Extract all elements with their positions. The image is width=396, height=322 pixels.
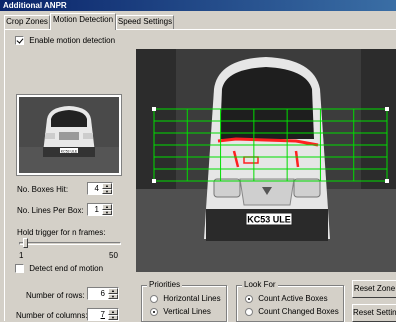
plate-text: KC53 ULE xyxy=(247,215,291,225)
slider-max-label: 50 xyxy=(109,251,118,260)
lines-per-box-down-button[interactable]: ▼ xyxy=(102,209,112,215)
van-video-frame: KC53 ULE xyxy=(136,49,396,272)
grid-corner-handle[interactable] xyxy=(385,179,389,183)
thumbnail-plate: KC53 ULE xyxy=(61,150,78,154)
window-title: Additional ANPR xyxy=(0,0,396,11)
boxes-hit-stepper[interactable]: 4 ▲ ▼ xyxy=(87,182,113,195)
detect-end-row[interactable]: Detect end of motion xyxy=(15,264,104,274)
slider-track xyxy=(19,242,121,245)
down-arrow-icon: ▼ xyxy=(111,293,115,299)
boxes-hit-value: 4 xyxy=(94,184,99,193)
detect-end-label: Detect end of motion xyxy=(29,264,104,273)
rows-down-button[interactable]: ▼ xyxy=(108,293,118,299)
rows-value: 6 xyxy=(100,289,105,298)
enable-motion-label: Enable motion detection xyxy=(29,36,116,45)
enable-motion-row[interactable]: Enable motion detection xyxy=(15,36,116,46)
boxes-hit-down-button[interactable]: ▼ xyxy=(102,188,112,194)
count-active-option[interactable]: Count Active Boxes xyxy=(245,294,328,303)
grid-corner-handle[interactable] xyxy=(152,107,156,111)
count-active-radio[interactable] xyxy=(245,294,253,303)
priorities-group: Priorities Horizontal Lines Vertical Lin… xyxy=(141,280,227,322)
detect-end-checkbox[interactable] xyxy=(15,264,24,274)
count-changed-option[interactable]: Count Changed Boxes xyxy=(245,307,339,316)
rows-label: Number of rows: xyxy=(26,291,85,300)
lines-per-box-stepper[interactable]: 1 ▲ ▼ xyxy=(87,203,113,216)
columns-value: 7 xyxy=(100,310,105,319)
slider-min-label: 1 xyxy=(19,251,24,260)
down-arrow-icon: ▼ xyxy=(105,188,109,194)
up-arrow-icon: ▲ xyxy=(105,204,109,209)
down-arrow-icon: ▼ xyxy=(111,314,115,320)
columns-stepper[interactable]: 7 ▲ ▼ xyxy=(87,308,119,321)
slider-thumb[interactable] xyxy=(22,238,28,248)
count-changed-radio[interactable] xyxy=(245,307,253,316)
motion-detection-panel: Enable motion detection KC53 ULE No. Box… xyxy=(4,29,396,322)
grid-corner-handle[interactable] xyxy=(385,107,389,111)
main-video-view[interactable]: KC53 ULE xyxy=(136,49,396,272)
priority-horizontal-option[interactable]: Horizontal Lines xyxy=(150,294,221,303)
rows-stepper[interactable]: 6 ▲ ▼ xyxy=(87,287,119,300)
priority-vertical-radio[interactable] xyxy=(150,307,158,316)
priority-horizontal-radio[interactable] xyxy=(150,294,158,303)
priority-vertical-option[interactable]: Vertical Lines xyxy=(150,307,211,316)
look-for-group: Look For Count Active Boxes Count Change… xyxy=(236,280,344,322)
hold-trigger-slider[interactable] xyxy=(19,238,121,250)
thumbnail-preview: KC53 ULE xyxy=(16,94,122,176)
tab-speed-settings[interactable]: Speed Settings xyxy=(116,15,174,29)
lines-per-box-value: 1 xyxy=(94,205,99,214)
columns-down-button[interactable]: ▼ xyxy=(108,314,118,320)
count-changed-label: Count Changed Boxes xyxy=(258,307,339,316)
down-arrow-icon: ▼ xyxy=(105,209,109,215)
reset-settings-button[interactable]: Reset Settings xyxy=(352,304,396,322)
tab-crop-zones[interactable]: Crop Zones xyxy=(4,15,50,29)
look-for-title: Look For xyxy=(242,280,278,289)
hold-trigger-label: Hold trigger for n frames: xyxy=(17,228,106,237)
up-arrow-icon: ▲ xyxy=(111,309,115,314)
count-active-label: Count Active Boxes xyxy=(258,294,328,303)
lines-per-box-label: No. Lines Per Box: xyxy=(17,206,84,215)
grid-corner-handle[interactable] xyxy=(152,179,156,183)
priority-vertical-label: Vertical Lines xyxy=(163,307,211,316)
up-arrow-icon: ▲ xyxy=(111,288,115,293)
reset-zone-button[interactable]: Reset Zone xyxy=(352,280,396,298)
boxes-hit-label: No. Boxes Hit: xyxy=(17,185,69,194)
up-arrow-icon: ▲ xyxy=(105,183,109,188)
tab-motion-detection[interactable]: Motion Detection xyxy=(50,13,116,30)
thumbnail-van-image: KC53 ULE xyxy=(19,97,119,173)
enable-motion-checkbox[interactable] xyxy=(15,36,24,46)
priority-horizontal-label: Horizontal Lines xyxy=(163,294,221,303)
columns-label: Number of columns: xyxy=(16,311,88,320)
priorities-title: Priorities xyxy=(147,280,183,289)
